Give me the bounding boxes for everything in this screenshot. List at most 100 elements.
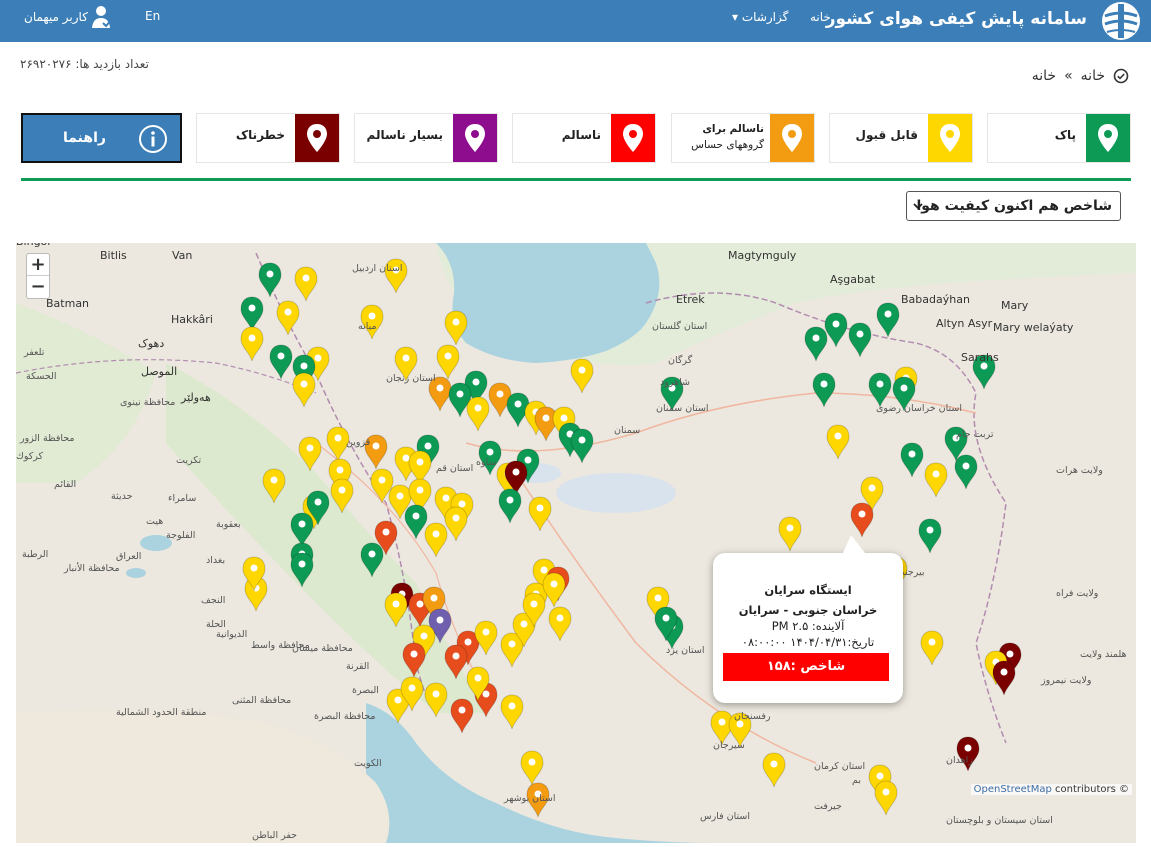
station-pin-moderate[interactable]: [240, 326, 264, 362]
station-pin-moderate[interactable]: [276, 300, 300, 336]
station-pin-moderate[interactable]: [444, 310, 468, 346]
station-pin-moderate[interactable]: [298, 436, 322, 472]
station-pin-good[interactable]: [848, 322, 872, 358]
station-pin-good[interactable]: [824, 312, 848, 348]
map-place-label: ولایت فراه: [1056, 588, 1099, 599]
map-place-label: Mary welaýaty: [993, 321, 1074, 334]
station-pin-good[interactable]: [404, 504, 428, 540]
map-place-label: تكريت: [176, 455, 202, 466]
breadcrumb-separator: »: [1064, 68, 1073, 84]
station-pin-moderate[interactable]: [762, 752, 786, 788]
map-place-label: سیرجان: [713, 740, 745, 751]
station-pin-moderate[interactable]: [384, 592, 408, 628]
map-place-label: محافظة واسط: [251, 640, 310, 651]
legend-label-unhealthy: ناسالم: [561, 128, 601, 142]
breadcrumb-home[interactable]: خانه: [1081, 68, 1105, 84]
station-pin-moderate[interactable]: [570, 358, 594, 394]
station-pin-moderate[interactable]: [548, 606, 572, 642]
station-pin-unhealthy[interactable]: [850, 502, 874, 538]
station-pin-moderate[interactable]: [924, 462, 948, 498]
map-place-label: رفسنجان: [734, 711, 771, 722]
map-place-label: Aşgabat: [830, 273, 876, 286]
station-pin-good[interactable]: [900, 442, 924, 478]
map-place-label: كركوك: [16, 451, 44, 462]
map-place-label: تربت جام: [956, 429, 994, 440]
map-place-label: استان سیستان و بلوچستان: [946, 815, 1053, 826]
map-place-label: حفر الباطن: [252, 830, 298, 841]
station-pin-unhealthy[interactable]: [444, 644, 468, 680]
station-pin-good[interactable]: [258, 262, 282, 298]
breadcrumb: خانه » خانه: [1032, 68, 1129, 84]
map-place-label: استان قم: [436, 463, 474, 474]
map-place-label: سمنان: [614, 425, 641, 436]
station-pin-moderate[interactable]: [500, 694, 524, 730]
station-pin-moderate[interactable]: [424, 522, 448, 558]
map-place-label: سامراء: [168, 493, 197, 504]
station-pin-hazardous[interactable]: [992, 660, 1016, 696]
station-pin-unhealthy[interactable]: [450, 698, 474, 734]
station-pin-moderate[interactable]: [474, 620, 498, 656]
station-pin-moderate[interactable]: [874, 780, 898, 816]
station-pin-moderate[interactable]: [778, 516, 802, 552]
station-pin-good[interactable]: [498, 488, 522, 524]
map-place-label: محافظة المثنى: [232, 695, 292, 706]
map-place-label: Van: [172, 249, 193, 262]
legend-swatch-sensitive: [770, 114, 814, 162]
osm-link[interactable]: OpenStreetMap: [974, 784, 1052, 795]
zoom-out-button[interactable]: −: [27, 276, 49, 298]
map-place-label: Sarahs: [961, 351, 999, 364]
station-pin-good[interactable]: [804, 326, 828, 362]
map-place-label: استان یزد: [666, 645, 705, 656]
station-pin-moderate[interactable]: [330, 478, 354, 514]
station-pin-moderate[interactable]: [436, 344, 460, 380]
air-quality-map[interactable]: Bingöl Bitlis Van Batman Hakkâri دهوک الموصلهە…: [16, 243, 1136, 843]
zoom-in-button[interactable]: +: [27, 254, 49, 276]
station-pin-good[interactable]: [240, 296, 264, 332]
station-pin-moderate[interactable]: [292, 372, 316, 408]
map-place-label: ولایت نیمروز: [1041, 675, 1092, 686]
station-pin-moderate[interactable]: [262, 468, 286, 504]
station-pin-moderate[interactable]: [528, 496, 552, 532]
map-place-label: شاهرود: [660, 377, 690, 388]
station-pin-good[interactable]: [290, 512, 314, 548]
station-pin-good[interactable]: [269, 344, 293, 380]
station-pin-good[interactable]: [290, 552, 314, 588]
station-pin-moderate[interactable]: [520, 750, 544, 786]
index-type-select[interactable]: شاخص هم اکنون کیفیت هوا: [906, 191, 1121, 221]
map-place-label: Magtymguly: [728, 249, 797, 262]
station-pin-good[interactable]: [570, 428, 594, 464]
info-icon: [139, 125, 167, 153]
station-pin-good[interactable]: [876, 302, 900, 338]
map-pin-icon: [1098, 124, 1118, 152]
legend-label-very-unhealthy: بسیار ناسالم: [366, 128, 443, 142]
legend-sensitive: ناسالم برای گروههای حساس: [671, 113, 815, 163]
guide-button[interactable]: راهنما: [21, 113, 182, 163]
station-pin-moderate[interactable]: [826, 424, 850, 460]
language-switch[interactable]: En: [145, 9, 160, 23]
legend-label-hazardous: خطرناک: [235, 128, 285, 142]
map-place-label: البصرة: [352, 685, 379, 696]
station-pin-moderate[interactable]: [920, 630, 944, 666]
station-pin-good[interactable]: [918, 518, 942, 554]
site-title[interactable]: سامانه پایش کیفی هوای کشور: [826, 9, 1087, 29]
station-pin-moderate[interactable]: [466, 396, 490, 432]
nav-home-link[interactable]: خانه: [810, 10, 831, 24]
zoom-control: + −: [26, 253, 50, 299]
legend-swatch-very-unhealthy: [453, 114, 497, 162]
nav-reports-dropdown[interactable]: ▾ گزارشات: [732, 10, 788, 24]
station-pin-good[interactable]: [868, 372, 892, 408]
station-pin-good[interactable]: [812, 372, 836, 408]
popup-tail: [843, 535, 865, 553]
legend-swatch-hazardous: [295, 114, 339, 162]
station-pin-moderate[interactable]: [444, 506, 468, 542]
station-pin-moderate[interactable]: [424, 682, 448, 718]
guest-user-label[interactable]: کاربر میهمان: [24, 10, 88, 24]
station-pin-good[interactable]: [954, 454, 978, 490]
station-pin-sensitive[interactable]: [534, 406, 558, 442]
station-pin-moderate[interactable]: [294, 266, 318, 302]
map-place-label: Babadaýhan: [901, 293, 970, 306]
logo-icon[interactable]: [1097, 0, 1145, 42]
station-pin-moderate[interactable]: [542, 572, 566, 608]
station-pin-good[interactable]: [360, 542, 384, 578]
station-pin-unhealthy[interactable]: [402, 642, 426, 678]
